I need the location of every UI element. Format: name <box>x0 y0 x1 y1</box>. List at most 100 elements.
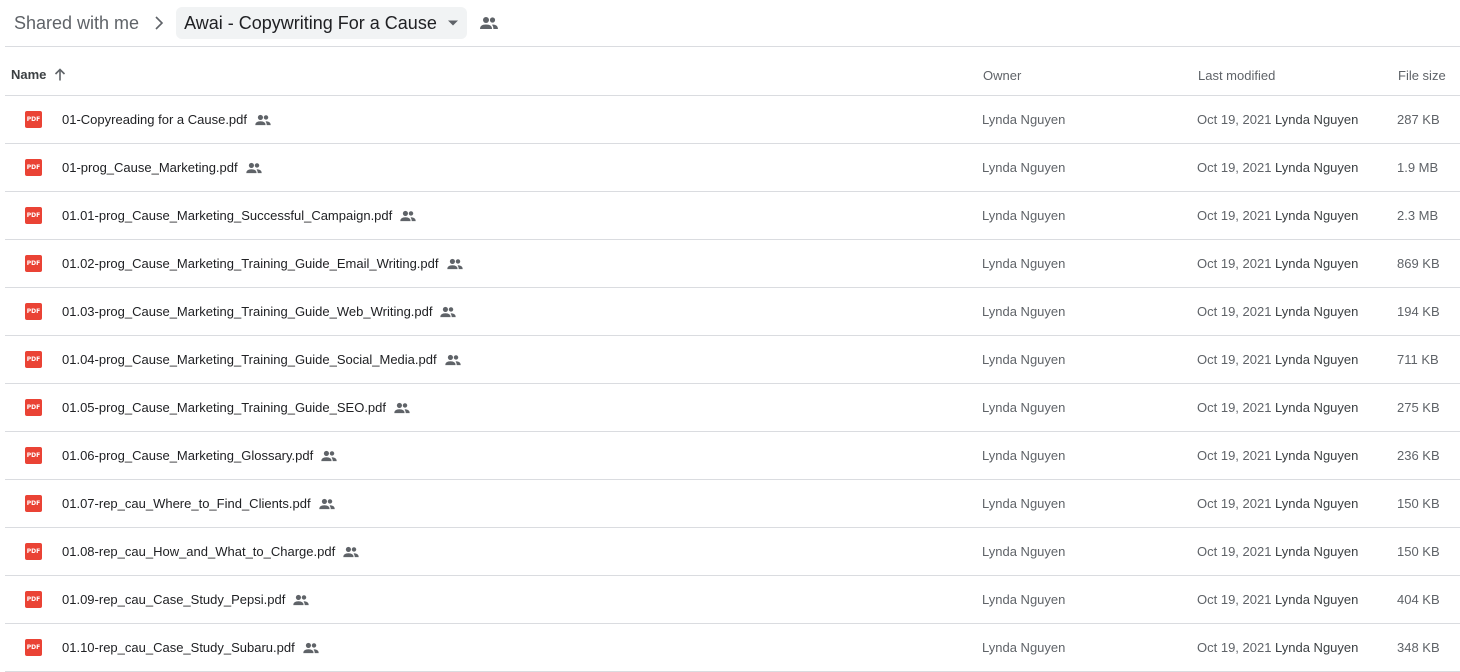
pdf-icon: PDF <box>25 111 42 128</box>
modified-date: Oct 19, 2021 <box>1197 496 1272 511</box>
table-row[interactable]: PDF 01.05-prog_Cause_Marketing_Training_G… <box>5 384 1460 432</box>
file-name-cell[interactable]: 01.10-rep_cau_Case_Study_Subaru.pdf <box>62 640 319 655</box>
pdf-badge: PDF <box>25 543 42 560</box>
modified-by: Lynda Nguyen <box>1275 304 1359 319</box>
file-name: 01.06-prog_Cause_Marketing_Glossary.pdf <box>62 448 314 463</box>
table-row[interactable]: PDF 01.09-rep_cau_Case_Study_Pepsi.pdf Lyn… <box>5 576 1460 624</box>
pdf-icon: PDF <box>25 639 42 656</box>
file-name-cell[interactable]: 01.02-prog_Cause_Marketing_Training_Guid… <box>62 256 463 271</box>
file-size: 2.3 MB <box>1397 208 1439 223</box>
modified-by: Lynda Nguyen <box>1275 208 1359 223</box>
people-icon[interactable] <box>479 16 498 30</box>
pdf-icon: PDF <box>25 495 42 512</box>
table-row[interactable]: PDF 01.02-prog_Cause_Marketing_Training_G… <box>5 240 1460 288</box>
table-row[interactable]: PDF 01.03-prog_Cause_Marketing_Training_G… <box>5 288 1460 336</box>
file-list: PDF 01-Copyreading for a Cause.pdf Lynda N… <box>5 96 1460 672</box>
table-row[interactable]: PDF 01.10-rep_cau_Case_Study_Subaru.pdf Ly… <box>5 624 1460 672</box>
pdf-badge: PDF <box>25 639 42 656</box>
pdf-badge: PDF <box>25 495 42 512</box>
modified-date: Oct 19, 2021 <box>1197 448 1272 463</box>
modified-date: Oct 19, 2021 <box>1197 352 1272 367</box>
file-name-cell[interactable]: 01.06-prog_Cause_Marketing_Glossary.pdf <box>62 448 337 463</box>
file-name-cell[interactable]: 01.01-prog_Cause_Marketing_Successful_Ca… <box>62 208 416 223</box>
table-row[interactable]: PDF 01.04-prog_Cause_Marketing_Training_G… <box>5 336 1460 384</box>
file-name: 01-Copyreading for a Cause.pdf <box>62 112 248 127</box>
people-icon <box>444 354 461 366</box>
file-name: 01.01-prog_Cause_Marketing_Successful_Ca… <box>62 208 393 223</box>
file-name-cell[interactable]: 01.07-rep_cau_Where_to_Find_Clients.pdf <box>62 496 335 511</box>
file-name-cell[interactable]: 01-prog_Cause_Marketing.pdf <box>62 160 262 175</box>
file-owner: Lynda Nguyen <box>982 544 1066 559</box>
file-owner: Lynda Nguyen <box>982 112 1066 127</box>
file-name-cell[interactable]: 01.03-prog_Cause_Marketing_Training_Guid… <box>62 304 457 319</box>
pdf-icon: PDF <box>25 447 42 464</box>
breadcrumb: Shared with me Awai - Copywriting For a … <box>0 0 1460 46</box>
pdf-badge: PDF <box>25 207 42 224</box>
pdf-badge: PDF <box>25 303 42 320</box>
column-header-file-size[interactable]: File size <box>1398 68 1446 83</box>
file-owner: Lynda Nguyen <box>982 640 1066 655</box>
column-header-owner[interactable]: Owner <box>983 68 1021 83</box>
pdf-icon: PDF <box>25 255 42 272</box>
modified-by: Lynda Nguyen <box>1275 640 1359 655</box>
table-row[interactable]: PDF 01.08-rep_cau_How_and_What_to_Charge.… <box>5 528 1460 576</box>
pdf-badge: PDF <box>25 447 42 464</box>
pdf-icon: PDF <box>25 303 42 320</box>
pdf-badge: PDF <box>25 159 42 176</box>
file-name-cell[interactable]: 01.08-rep_cau_How_and_What_to_Charge.pdf <box>62 544 359 559</box>
file-size: 236 KB <box>1397 448 1440 463</box>
people-icon <box>303 642 319 654</box>
file-name: 01.05-prog_Cause_Marketing_Training_Guid… <box>62 400 386 415</box>
file-size: 869 KB <box>1397 256 1440 271</box>
arrow-upward-icon[interactable] <box>54 68 66 81</box>
file-size: 348 KB <box>1397 640 1440 655</box>
table-row[interactable]: PDF 01.06-prog_Cause_Marketing_Glossary.p… <box>5 432 1460 480</box>
folder-title: Awai - Copywriting For a Cause <box>184 12 437 33</box>
modified-by: Lynda Nguyen <box>1275 160 1359 175</box>
file-name: 01.09-rep_cau_Case_Study_Pepsi.pdf <box>62 592 286 607</box>
pdf-icon: PDF <box>25 543 42 560</box>
file-name-cell[interactable]: 01.09-rep_cau_Case_Study_Pepsi.pdf <box>62 592 310 607</box>
table-row[interactable]: PDF 01-prog_Cause_Marketing.pdf Lynda Nguy… <box>5 144 1460 192</box>
people-icon <box>440 306 457 318</box>
file-name: 01.07-rep_cau_Where_to_Find_Clients.pdf <box>62 496 311 511</box>
file-name-cell[interactable]: 01.04-prog_Cause_Marketing_Training_Guid… <box>62 352 461 367</box>
people-icon <box>318 498 335 510</box>
modified-date: Oct 19, 2021 <box>1197 640 1272 655</box>
modified-date: Oct 19, 2021 <box>1197 160 1272 175</box>
file-size: 287 KB <box>1397 112 1440 127</box>
pdf-badge: PDF <box>25 111 42 128</box>
file-name-cell[interactable]: 01-Copyreading for a Cause.pdf <box>62 112 271 127</box>
modified-date: Oct 19, 2021 <box>1197 208 1272 223</box>
column-header-name[interactable]: Name <box>11 67 66 82</box>
file-size: 1.9 MB <box>1397 160 1439 175</box>
pdf-badge: PDF <box>25 591 42 608</box>
table-row[interactable]: PDF 01-Copyreading for a Cause.pdf Lynda N… <box>5 96 1460 144</box>
file-size: 194 KB <box>1397 304 1440 319</box>
pdf-icon: PDF <box>25 591 42 608</box>
column-header-last-modified[interactable]: Last modified <box>1198 68 1275 83</box>
people-icon <box>245 162 262 174</box>
modified-by: Lynda Nguyen <box>1275 112 1359 127</box>
people-icon <box>321 450 337 462</box>
modified-date: Oct 19, 2021 <box>1197 400 1272 415</box>
people-icon <box>293 594 310 606</box>
modified-date: Oct 19, 2021 <box>1197 304 1272 319</box>
breadcrumb-current-folder[interactable]: Awai - Copywriting For a Cause <box>176 7 467 39</box>
column-label-name: Name <box>11 67 47 82</box>
breadcrumb-shared-with-me[interactable]: Shared with me <box>14 7 139 40</box>
file-owner: Lynda Nguyen <box>982 400 1066 415</box>
file-size: 150 KB <box>1397 496 1440 511</box>
chevron-right-icon <box>152 16 166 30</box>
table-row[interactable]: PDF 01.01-prog_Cause_Marketing_Successful… <box>5 192 1460 240</box>
file-name-cell[interactable]: 01.05-prog_Cause_Marketing_Training_Guid… <box>62 400 410 415</box>
file-owner: Lynda Nguyen <box>982 208 1066 223</box>
file-owner: Lynda Nguyen <box>982 592 1066 607</box>
table-row[interactable]: PDF 01.07-rep_cau_Where_to_Find_Clients.p… <box>5 480 1460 528</box>
file-owner: Lynda Nguyen <box>982 448 1066 463</box>
file-owner: Lynda Nguyen <box>982 496 1066 511</box>
file-size: 150 KB <box>1397 544 1440 559</box>
file-owner: Lynda Nguyen <box>982 160 1066 175</box>
file-size: 711 KB <box>1397 352 1439 367</box>
modified-by: Lynda Nguyen <box>1275 592 1359 607</box>
